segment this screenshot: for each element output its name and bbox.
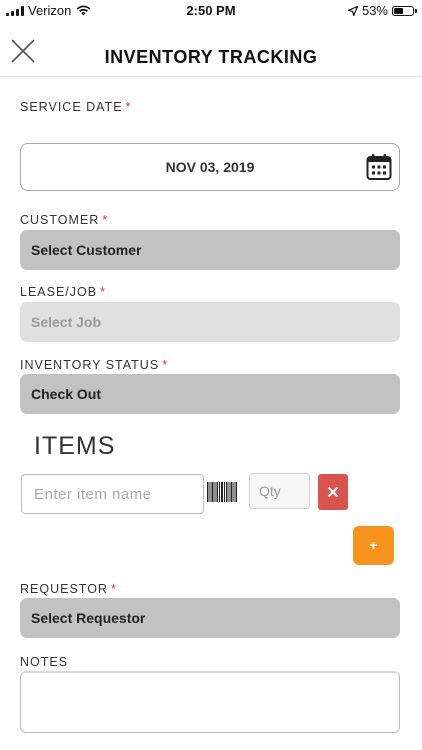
requestor-label: REQUESTOR * bbox=[20, 582, 117, 596]
status-bar: Verizon 2:50 PM 53% bbox=[0, 0, 422, 22]
quantity-input[interactable] bbox=[249, 473, 310, 509]
required-marker: * bbox=[102, 213, 109, 227]
add-item-button[interactable]: + bbox=[353, 526, 394, 565]
required-marker: * bbox=[110, 582, 117, 596]
job-select[interactable]: Select Job bbox=[20, 302, 400, 342]
requestor-select[interactable]: Select Requestor bbox=[20, 598, 400, 638]
remove-item-button[interactable] bbox=[318, 474, 348, 510]
service-date-label: SERVICE DATE * bbox=[20, 100, 132, 114]
battery-percent: 53% bbox=[361, 3, 388, 18]
notes-label: NOTES bbox=[20, 655, 69, 669]
item-name-input[interactable] bbox=[21, 474, 204, 514]
inventory-status-label: INVENTORY STATUS * bbox=[20, 358, 169, 372]
customer-select[interactable]: Select Customer bbox=[20, 230, 400, 270]
battery-icon bbox=[392, 5, 417, 16]
service-date-field[interactable]: NOV 03, 2019 bbox=[20, 143, 400, 191]
lease-job-label: LEASE/JOB * bbox=[20, 285, 106, 299]
notes-textarea[interactable] bbox=[20, 671, 400, 733]
service-date-value: NOV 03, 2019 bbox=[165, 159, 255, 175]
barcode-icon[interactable] bbox=[207, 482, 237, 502]
inventory-status-select[interactable]: Check Out bbox=[20, 374, 400, 414]
customer-label: CUSTOMER * bbox=[20, 213, 109, 227]
required-marker: * bbox=[100, 285, 106, 299]
location-arrow-icon bbox=[347, 5, 358, 16]
items-heading: ITEMS bbox=[34, 432, 116, 460]
nav-header: INVENTORY TRACKING bbox=[0, 30, 422, 77]
close-icon bbox=[327, 486, 339, 498]
required-marker: * bbox=[162, 358, 169, 372]
page-title: INVENTORY TRACKING bbox=[104, 47, 318, 67]
calendar-icon[interactable] bbox=[366, 153, 392, 181]
required-marker: * bbox=[125, 100, 132, 114]
